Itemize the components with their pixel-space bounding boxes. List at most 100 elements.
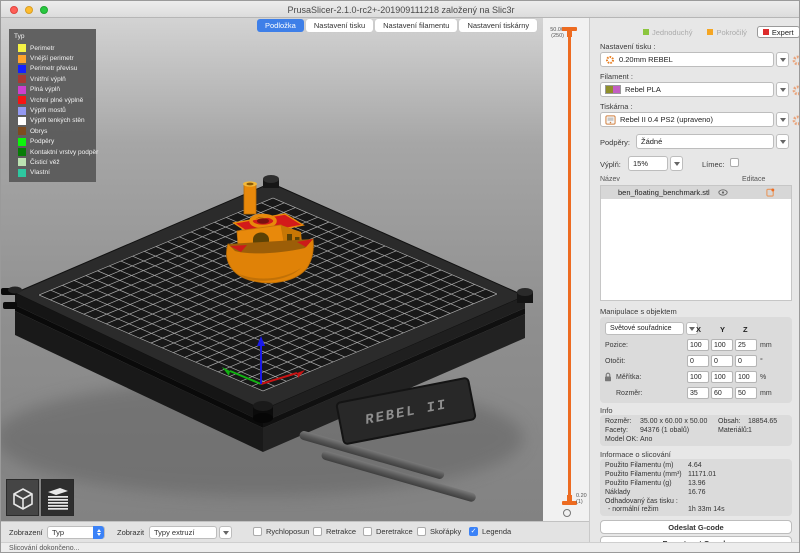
legend-title: Typ	[14, 33, 93, 40]
legend-item-label: Čisticí věž	[30, 159, 60, 166]
filament-mm3-label: Použito Filamentu (mm³)	[605, 471, 682, 478]
size-z-input[interactable]	[735, 387, 757, 399]
position-x-input[interactable]	[687, 339, 709, 351]
supports-dropdown-button[interactable]	[776, 134, 789, 149]
rotate-y-input[interactable]	[711, 355, 733, 367]
rotate-x-input[interactable]	[687, 355, 709, 367]
layer-slider-upper-thumb[interactable]	[562, 27, 577, 37]
rotate-z-input[interactable]	[735, 355, 757, 367]
preview-view-button[interactable]	[41, 479, 74, 516]
send-gcode-button[interactable]: Odeslat G-code	[600, 520, 792, 534]
show-label: Zobrazit	[117, 528, 144, 537]
scale-y-input[interactable]	[711, 371, 733, 383]
print-preset-select[interactable]: 0.20mm REBEL	[600, 52, 774, 67]
legend-color-swatch	[18, 117, 26, 125]
travel-checkbox[interactable]	[253, 527, 262, 536]
info-volume-label: Obsah:	[718, 418, 741, 425]
travel-checkbox-group: Rychloposun	[253, 527, 309, 536]
layer-slider-track[interactable]	[568, 32, 571, 502]
printer-preset-dropdown-button[interactable]	[776, 112, 789, 127]
chevron-down-icon	[780, 58, 786, 62]
mode-expert-button[interactable]: Expert	[757, 26, 800, 38]
legend-item-label: Plná výplň	[30, 86, 60, 93]
tab-printer-settings[interactable]: Nastavení tiskárny	[459, 19, 537, 32]
printer-preset-select[interactable]: Rebel II 0.4 PS2 (upraveno)	[600, 112, 774, 127]
layers-icon	[45, 485, 71, 511]
tab-print-settings[interactable]: Nastavení tisku	[306, 19, 373, 32]
sliced-info-panel: Použito Filamentu (m) 4.64 Použito Filam…	[600, 459, 792, 516]
brim-checkbox[interactable]	[730, 158, 739, 167]
print-preset-dropdown-button[interactable]	[776, 52, 789, 67]
unretractions-checkbox[interactable]	[363, 527, 372, 536]
show-features-select[interactable]: Typy extruzí	[149, 526, 217, 539]
scale-lock-icon[interactable]	[604, 372, 612, 382]
tab-bar: Podložka Nastavení tisku Nastavení filam…	[257, 19, 537, 32]
viewport-3d[interactable]: REBEL II	[1, 18, 543, 521]
cost-label: Náklady	[605, 489, 630, 496]
tab-filament-settings[interactable]: Nastavení filamentu	[375, 19, 457, 32]
view-mode-select[interactable]: Typ	[47, 526, 105, 539]
legend-color-swatch	[18, 44, 26, 52]
layer-slider-lower-thumb[interactable]	[562, 495, 577, 505]
tab-plater[interactable]: Podložka	[257, 19, 304, 32]
chevron-down-icon	[223, 531, 229, 535]
brim-label: Límec:	[702, 160, 725, 169]
legend-item: Kontaktní vrstvy podpěr	[12, 147, 93, 157]
cost-value: 16.76	[688, 489, 706, 496]
legend-color-swatch	[18, 158, 26, 166]
show-features-dropdown-button[interactable]	[219, 526, 232, 539]
title-bar: PrusaSlicer-2.1.0-rc2+-201909111218 zalo…	[1, 1, 800, 18]
view-mode-label: Zobrazení	[9, 528, 43, 537]
size-unit: mm	[760, 390, 772, 397]
layer-slider-strip: 50.00(250) 0.20(1)	[543, 18, 589, 521]
unretractions-checkbox-group: Deretrakce	[363, 527, 413, 536]
axis-x-header: X	[696, 325, 701, 334]
printer-settings-gear-icon[interactable]	[792, 115, 800, 126]
filament-preset-select[interactable]: Rebel PLA	[600, 82, 774, 97]
legend-item-label: Perimetr převisu	[30, 65, 77, 72]
size-y-input[interactable]	[711, 387, 733, 399]
shells-checkbox-group: Skořápky	[417, 527, 461, 536]
position-z-input[interactable]	[735, 339, 757, 351]
infill-select[interactable]: 15%	[628, 156, 668, 171]
slider-top-label: 50.00(250)	[544, 27, 564, 39]
infill-dropdown-button[interactable]	[670, 156, 683, 171]
mode-advanced-button[interactable]: Pokročilý	[702, 26, 751, 38]
info-materials-value: 1	[748, 427, 752, 434]
legend-item-label: Vnitřní výplň	[30, 76, 66, 83]
legend-color-swatch	[18, 148, 26, 156]
mode-simple-button[interactable]: Jednoduchý	[638, 26, 697, 38]
legend-item-label: Vlastní	[30, 169, 50, 176]
sliced-info-title: Informace o slicování	[600, 450, 671, 459]
filament-g-value: 13.96	[688, 480, 706, 487]
chevron-down-icon	[780, 88, 786, 92]
info-facets-label: Facety:	[605, 427, 628, 434]
object-list-item[interactable]: ben_floating_benchmark.stl	[601, 186, 791, 199]
edit-object-icon[interactable]	[766, 188, 775, 197]
eye-visibility-icon[interactable]	[718, 189, 728, 196]
legend-item: Obrys	[12, 126, 93, 136]
supports-select[interactable]: Žádné	[636, 134, 774, 149]
scale-x-input[interactable]	[687, 371, 709, 383]
size-x-input[interactable]	[687, 387, 709, 399]
legend-color-swatch	[18, 169, 26, 177]
legend-item: Vnější perimetr	[12, 53, 93, 63]
retractions-checkbox[interactable]	[313, 527, 322, 536]
scale-z-input[interactable]	[735, 371, 757, 383]
editor-view-button[interactable]	[6, 479, 39, 516]
legend-item: Podpěry	[12, 137, 93, 147]
info-manifold-value: Ano	[640, 436, 652, 443]
coordinates-select[interactable]: Světové souřadnice	[605, 322, 684, 335]
view-toolbar	[6, 479, 74, 516]
legend-color-swatch	[18, 96, 26, 104]
filament-preset-dropdown-button[interactable]	[776, 82, 789, 97]
shells-checkbox[interactable]	[417, 527, 426, 536]
legend-checkbox[interactable]: ✓	[469, 527, 478, 536]
print-settings-gear-icon[interactable]	[792, 55, 800, 66]
position-y-input[interactable]	[711, 339, 733, 351]
filament-settings-gear-icon[interactable]	[792, 85, 800, 96]
one-layer-mode-icon[interactable]	[563, 509, 571, 517]
chevron-down-icon	[689, 327, 695, 331]
object-list-name-header: Název	[600, 176, 620, 183]
legend-color-swatch	[18, 75, 26, 83]
